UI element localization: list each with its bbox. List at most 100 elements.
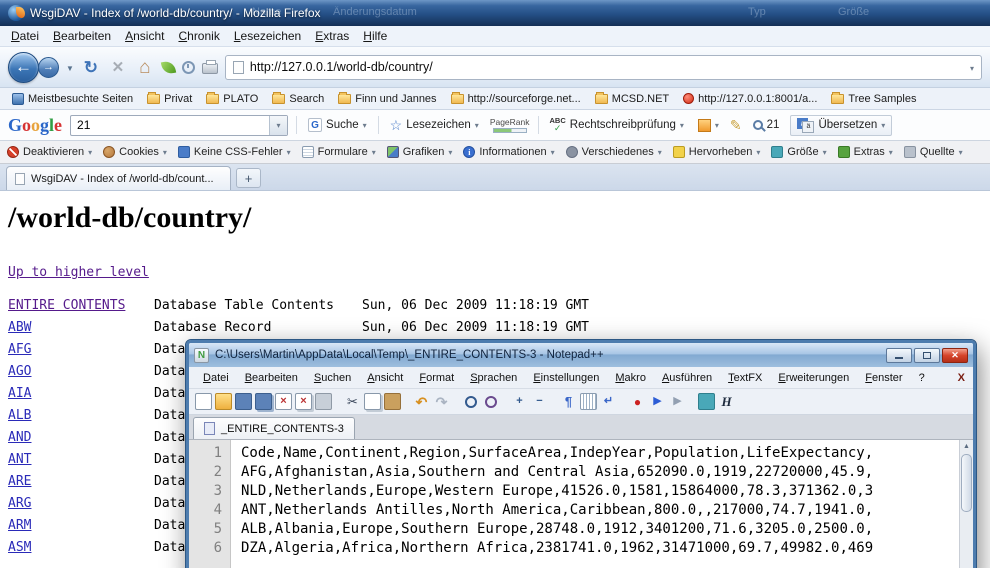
line-text[interactable]: ANT,Netherlands Antilles,North America,C…	[231, 501, 873, 520]
npp-menu-datei[interactable]: Datei	[195, 369, 237, 387]
scrollbar-thumb[interactable]	[961, 454, 972, 512]
bookmark-plato[interactable]: PLATO	[200, 91, 264, 107]
spellcheck-button[interactable]: ABC ✓ Rechtschreibprüfung	[547, 115, 687, 136]
npp-menu-bearbeiten[interactable]: Bearbeiten	[237, 369, 306, 387]
entry-link[interactable]: AGO	[8, 364, 154, 379]
entry-link[interactable]: ALB	[8, 408, 154, 423]
indent-guide-icon[interactable]	[580, 393, 597, 410]
entry-link[interactable]: ARM	[8, 518, 154, 533]
menu-bearbeiten[interactable]: Bearbeiten	[46, 27, 118, 45]
npp-menu-makro[interactable]: Makro	[607, 369, 654, 387]
close-all-icon[interactable]: ×	[295, 393, 312, 410]
bookmark-privat[interactable]: Privat	[141, 91, 198, 107]
hex-edit-icon[interactable]	[718, 393, 735, 410]
zoom-in-icon[interactable]: +	[511, 393, 528, 410]
show-symbols-icon[interactable]	[560, 393, 577, 410]
menu-hilfe[interactable]: Hilfe	[356, 27, 394, 45]
google-search-dropdown-icon[interactable]	[269, 116, 287, 135]
line-text[interactable]: Code,Name,Continent,Region,SurfaceArea,I…	[231, 444, 873, 463]
entry-link[interactable]: AND	[8, 430, 154, 445]
doc-monitor-icon[interactable]	[698, 393, 715, 410]
npp-menu-ansicht[interactable]: Ansicht	[359, 369, 411, 387]
paste-icon[interactable]	[384, 393, 401, 410]
up-to-higher-level-link[interactable]: Up to higher level	[8, 265, 149, 280]
reload-icon[interactable]: ↻	[81, 59, 101, 76]
zoom-out-icon[interactable]: −	[531, 393, 548, 410]
pagerank-indicator[interactable]: PageRank	[490, 117, 530, 133]
translate-button[interactable]: Übersetzen	[790, 115, 892, 136]
npp-menu-sprachen[interactable]: Sprachen	[462, 369, 525, 387]
webdev-css[interactable]: Keine CSS-Fehler	[178, 146, 291, 158]
document-tab[interactable]: _ENTIRE_CONTENTS-3	[193, 417, 355, 439]
entry-link[interactable]: AIA	[8, 386, 154, 401]
notepad-editor[interactable]: 1 Code,Name,Continent,Region,SurfaceArea…	[189, 440, 973, 568]
cut-icon[interactable]	[344, 393, 361, 410]
google-search-input[interactable]	[77, 118, 269, 132]
new-file-icon[interactable]	[195, 393, 212, 410]
pencil-icon[interactable]: ✎	[730, 118, 742, 132]
line-text[interactable]: ALB,Albania,Europe,Southern Europe,28748…	[231, 520, 873, 539]
entry-link[interactable]: ASM	[8, 540, 154, 555]
line-text[interactable]: NLD,Netherlands,Europe,Western Europe,41…	[231, 482, 873, 501]
google-bookmarks-button[interactable]: ☆ Lesezeichen	[387, 116, 482, 134]
bookmark-finn-und-jannes[interactable]: Finn und Jannes	[332, 91, 442, 107]
webdev-groesse[interactable]: Größe	[771, 146, 826, 158]
bookmark-mcsd[interactable]: MCSD.NET	[589, 91, 675, 107]
bookmark-most-visited[interactable]: Meistbesuchte Seiten	[6, 91, 139, 107]
word-wrap-icon[interactable]	[600, 393, 617, 410]
npp-menu-fenster[interactable]: Fenster	[857, 369, 910, 387]
webdev-extras[interactable]: Extras	[838, 146, 893, 158]
npp-menu-einstellungen[interactable]: Einstellungen	[525, 369, 607, 387]
webdev-formulare[interactable]: Formulare	[302, 146, 376, 158]
highlight-count[interactable]: 21	[750, 117, 783, 133]
npp-menu-help[interactable]: ?	[911, 369, 933, 387]
history-clock-icon[interactable]	[182, 61, 195, 74]
find-icon[interactable]	[462, 393, 479, 410]
editor-scrollbar[interactable]: ▲	[959, 440, 973, 568]
close-button[interactable]	[942, 348, 968, 363]
run-macro-multiple-icon[interactable]	[669, 393, 686, 410]
webdev-hervorheben[interactable]: Hervorheben	[673, 146, 761, 158]
bookmark-search[interactable]: Search	[266, 91, 330, 107]
print-icon[interactable]	[202, 63, 218, 74]
menu-chronik[interactable]: Chronik	[171, 27, 226, 45]
urlbar-dropdown-icon[interactable]	[970, 58, 974, 76]
menu-extras[interactable]: Extras	[308, 27, 356, 45]
play-macro-icon[interactable]	[649, 393, 666, 410]
close-file-icon[interactable]: ×	[275, 393, 292, 410]
google-search-button[interactable]: G Suche	[305, 116, 370, 134]
entry-link[interactable]: AFG	[8, 342, 154, 357]
webdev-cookies[interactable]: Cookies	[103, 146, 167, 158]
npp-menu-format[interactable]: Format	[411, 369, 462, 387]
open-file-icon[interactable]	[215, 393, 232, 410]
greasemonkey-icon[interactable]	[161, 59, 176, 74]
scroll-up-icon[interactable]: ▲	[960, 440, 973, 452]
npp-menu-textfx[interactable]: TextFX	[720, 369, 770, 387]
firefox-titlebar[interactable]: WsgiDAV - Index of /world-db/country/ - …	[0, 0, 990, 26]
line-text[interactable]: DZA,Algeria,Africa,Northern Africa,23817…	[231, 539, 873, 558]
bookmark-sourceforge[interactable]: http://sourceforge.net...	[445, 91, 587, 107]
entry-link[interactable]: ARG	[8, 496, 154, 511]
save-all-icon[interactable]	[255, 393, 272, 410]
maximize-button[interactable]	[914, 348, 940, 363]
sidewiki-button[interactable]	[695, 117, 722, 134]
entry-link[interactable]: ANT	[8, 452, 154, 467]
npp-menu-erweiterungen[interactable]: Erweiterungen	[770, 369, 857, 387]
close-document-x[interactable]: X	[958, 372, 965, 384]
replace-icon[interactable]	[482, 393, 499, 410]
copy-icon[interactable]	[364, 393, 381, 410]
menu-lesezeichen[interactable]: Lesezeichen	[227, 27, 308, 45]
line-text[interactable]: AFG,Afghanistan,Asia,Southern and Centra…	[231, 463, 873, 482]
bookmark-tree-samples[interactable]: Tree Samples	[825, 91, 922, 107]
new-tab-button[interactable]: +	[236, 168, 261, 188]
notepad-titlebar[interactable]: N C:\Users\Martin\AppData\Local\Temp\_EN…	[189, 343, 973, 367]
entry-link[interactable]: ABW	[8, 320, 154, 335]
webdev-informationen[interactable]: iInformationen	[463, 146, 554, 158]
home-icon[interactable]: ⌂	[135, 58, 155, 77]
webdev-verschiedenes[interactable]: Verschiedenes	[566, 146, 662, 158]
webdev-grafiken[interactable]: Grafiken	[387, 146, 453, 158]
forward-button[interactable]: →	[38, 57, 59, 78]
undo-icon[interactable]	[413, 393, 430, 410]
back-button[interactable]: ←	[8, 52, 39, 83]
url-input[interactable]	[250, 60, 964, 74]
